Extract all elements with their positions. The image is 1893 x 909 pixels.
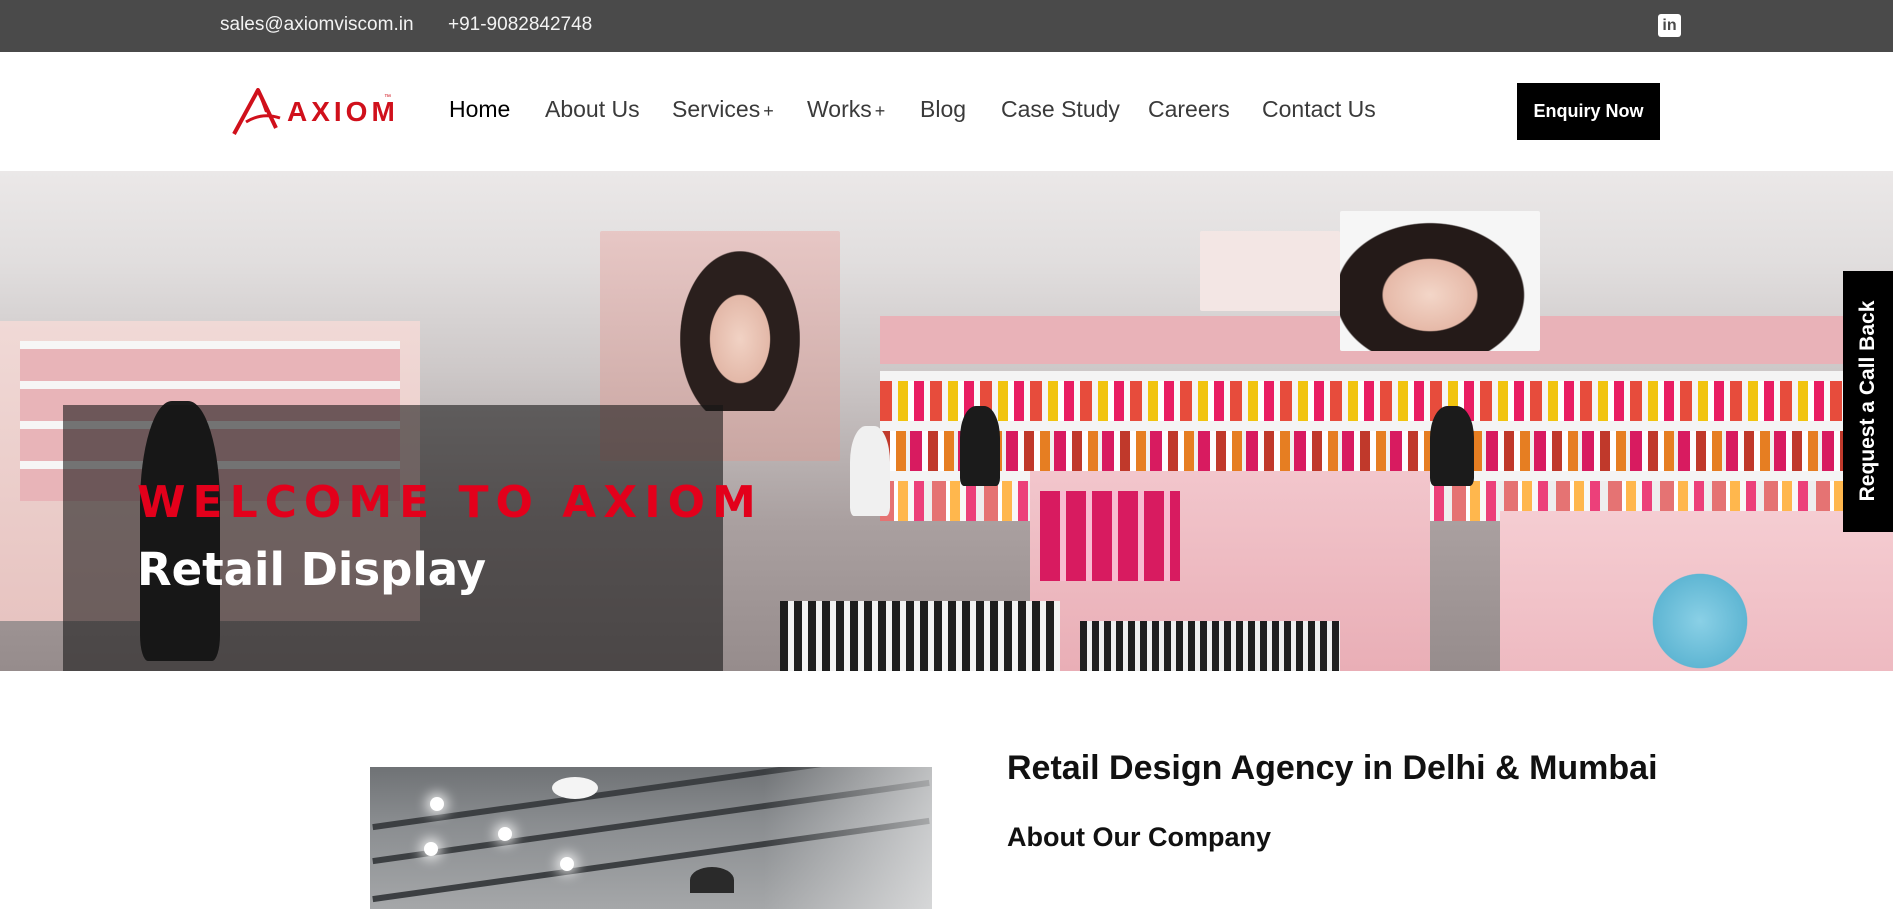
hero-caption-panel: WELCOME TO AXIOM Retail Display (63, 405, 756, 671)
nav-item-contact-us[interactable]: Contact Us (1262, 96, 1376, 123)
request-callback-tab[interactable]: Request a Call Back (1843, 271, 1893, 532)
hero-photo-products-row-2 (880, 431, 1893, 471)
logo-mark-icon (232, 88, 281, 135)
logo-trademark: ™ (384, 94, 391, 101)
submenu-plus-icon: + (763, 101, 774, 121)
hero-eyebrow: WELCOME TO AXIOM (137, 477, 763, 528)
top-contact-bar: sales@axiomviscom.in +91-9082842748 in (0, 0, 1893, 52)
about-section-photo (370, 767, 932, 909)
hero-photo-shelf (880, 421, 1893, 431)
hero-photo-shelf (880, 371, 1893, 381)
photo-fade-overlay (370, 767, 932, 909)
hero-photo-round-decal (1640, 571, 1760, 671)
nav-item-label: About Us (545, 96, 640, 122)
hero-photo-products-row-1 (880, 381, 1893, 421)
submenu-plus-icon: + (874, 101, 886, 121)
nav-item-label: Blog (920, 96, 967, 122)
nav-item-label: Case Study (1001, 96, 1120, 122)
hero-photo-poster-mid (1200, 231, 1340, 311)
nav-item-label: Services (672, 96, 761, 122)
hero-photo-shopper (960, 406, 1000, 486)
about-heading: Retail Design Agency in Delhi & Mumbai (1007, 749, 1658, 787)
nav-item-services[interactable]: Services + (672, 96, 774, 123)
linkedin-icon[interactable]: in (1658, 14, 1681, 37)
about-subheading: About Our Company (1007, 822, 1271, 852)
nav-item-about-us[interactable]: About Us (545, 96, 640, 123)
nav-item-home[interactable]: Home (449, 96, 510, 123)
enquiry-now-button[interactable]: Enquiry Now (1517, 83, 1660, 140)
axiom-logo[interactable]: AXIOM ™ (232, 88, 395, 138)
hero-photo-lipstick-tray-2 (1080, 621, 1340, 671)
site-header: AXIOM ™ Home About Us Services + Works + B… (0, 52, 1893, 171)
request-callback-label: Request a Call Back (1856, 300, 1879, 502)
hero-photo-lipstick-tray (780, 601, 1060, 671)
nav-item-label: Home (449, 96, 511, 122)
nav-item-works[interactable]: Works + (807, 96, 885, 123)
hero-photo-shopper (1430, 406, 1474, 486)
hero-photo-model-face (680, 251, 800, 411)
hero-title: Retail Display (137, 543, 487, 596)
hero-banner: WELCOME TO AXIOM Retail Display (0, 171, 1893, 671)
nav-item-label: Works (807, 96, 872, 122)
nav-item-label: Contact Us (1262, 96, 1376, 122)
contact-phone-link[interactable]: +91-9082842748 (448, 14, 592, 36)
nav-item-blog[interactable]: Blog (920, 96, 966, 123)
nav-item-careers[interactable]: Careers (1148, 96, 1230, 123)
contact-email-link[interactable]: sales@axiomviscom.in (220, 14, 414, 36)
logo-wordmark: AXIOM (287, 96, 399, 127)
hero-photo-poster-right (1340, 211, 1540, 351)
nav-item-label: Careers (1148, 96, 1230, 122)
nav-item-case-study[interactable]: Case Study (1001, 96, 1120, 123)
hero-photo-shopper (850, 426, 890, 516)
hero-photo-counter-products (1040, 491, 1180, 581)
